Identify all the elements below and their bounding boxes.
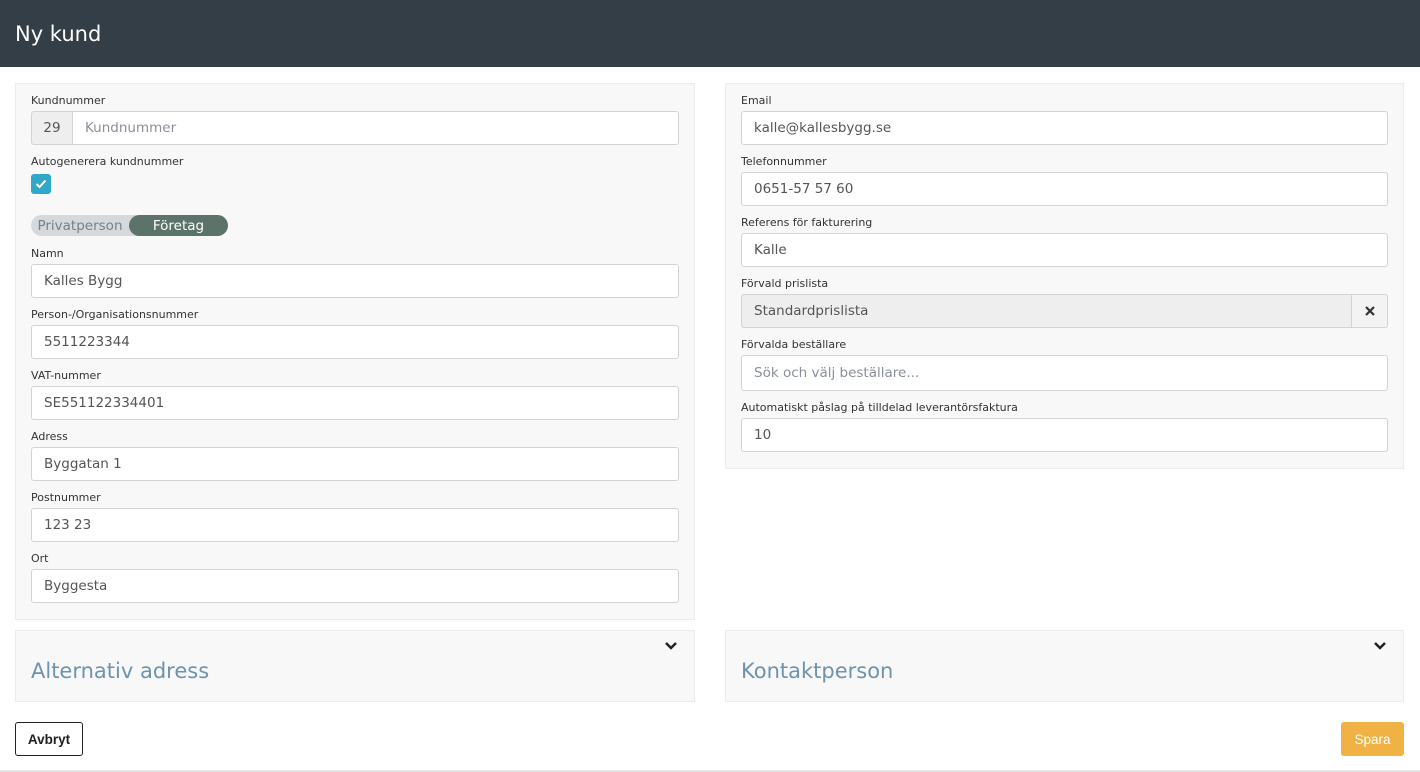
contact-details-panel: Email kalle@kallesbygg.se Telefonnummer …	[725, 83, 1404, 469]
email-label: Email	[741, 94, 772, 107]
price-list-label: Förvald prislista	[741, 277, 829, 290]
markup-input[interactable]: 10	[741, 418, 1388, 452]
page-title: Ny kund	[15, 21, 102, 46]
alt-address-title: Alternativ adress	[31, 659, 210, 683]
orderers-field: Förvalda beställare Sök och välj beställ…	[741, 338, 1388, 391]
address-field: Adress Byggatan 1	[31, 430, 679, 481]
orderers-search-input[interactable]: Sök och välj beställare...	[741, 355, 1388, 391]
price-list-field: Förvald prislista Standardprislista	[741, 277, 1388, 328]
billing-ref-input[interactable]: Kalle	[741, 233, 1388, 267]
customer-type-private[interactable]: Privatperson	[31, 215, 129, 236]
customer-number-input[interactable]: Kundnummer	[72, 111, 679, 145]
alt-address-section[interactable]: Alternativ adress	[15, 630, 695, 702]
markup-field: Automatiskt påslag på tilldelad leverant…	[741, 401, 1388, 452]
org-number-field: Person-/Organisationsnummer 5511223344	[31, 308, 679, 359]
customer-details-panel: Kundnummer 29 Kundnummer Autogenerera ku…	[15, 83, 695, 620]
customer-type-toggle[interactable]: Privatperson Företag	[31, 215, 228, 236]
autogen-label: Autogenerera kundnummer	[31, 155, 184, 168]
contact-person-title: Kontaktperson	[741, 659, 894, 683]
postal-code-field: Postnummer 123 23	[31, 491, 679, 542]
phone-label: Telefonnummer	[741, 155, 827, 168]
name-input[interactable]: Kalles Bygg	[31, 264, 679, 298]
postal-code-input[interactable]: 123 23	[31, 508, 679, 542]
email-field: Email kalle@kallesbygg.se	[741, 94, 1388, 145]
autogen-field: Autogenerera kundnummer	[31, 155, 679, 169]
price-list-clear-button[interactable]	[1352, 294, 1388, 328]
page-header: Ny kund	[0, 0, 1420, 67]
check-icon	[35, 179, 47, 189]
billing-ref-field: Referens för fakturering Kalle	[741, 216, 1388, 267]
customer-number-field: Kundnummer 29 Kundnummer	[31, 94, 679, 145]
orderers-label: Förvalda beställare	[741, 338, 847, 351]
name-label: Namn	[31, 247, 64, 260]
postal-code-label: Postnummer	[31, 491, 101, 504]
org-number-input[interactable]: 5511223344	[31, 325, 679, 359]
vat-field: VAT-nummer SE551122334401	[31, 369, 679, 420]
billing-ref-label: Referens för fakturering	[741, 216, 873, 229]
customer-number-label: Kundnummer	[31, 94, 106, 107]
customer-type-company[interactable]: Företag	[129, 215, 228, 236]
price-list-select[interactable]: Standardprislista	[741, 294, 1352, 328]
markup-label: Automatiskt påslag på tilldelad leverant…	[741, 401, 1018, 414]
close-icon	[1364, 306, 1375, 316]
cancel-button[interactable]: Avbryt	[15, 722, 83, 756]
email-input[interactable]: kalle@kallesbygg.se	[741, 111, 1388, 145]
autogen-checkbox[interactable]	[31, 174, 51, 194]
city-field: Ort Byggesta	[31, 552, 679, 603]
chevron-down-icon[interactable]	[1373, 641, 1387, 651]
vat-input[interactable]: SE551122334401	[31, 386, 679, 420]
vat-label: VAT-nummer	[31, 369, 101, 382]
save-button[interactable]: Spara	[1341, 722, 1404, 756]
city-input[interactable]: Byggesta	[31, 569, 679, 603]
org-number-label: Person-/Organisationsnummer	[31, 308, 199, 321]
chevron-down-icon[interactable]	[664, 641, 678, 651]
contact-person-section[interactable]: Kontaktperson	[725, 630, 1404, 702]
phone-input[interactable]: 0651-57 57 60	[741, 172, 1388, 206]
phone-field: Telefonnummer 0651-57 57 60	[741, 155, 1388, 206]
customer-number-prefix: 29	[31, 111, 72, 145]
name-field: Namn Kalles Bygg	[31, 247, 679, 298]
address-input[interactable]: Byggatan 1	[31, 447, 679, 481]
city-label: Ort	[31, 552, 49, 565]
address-label: Adress	[31, 430, 68, 443]
